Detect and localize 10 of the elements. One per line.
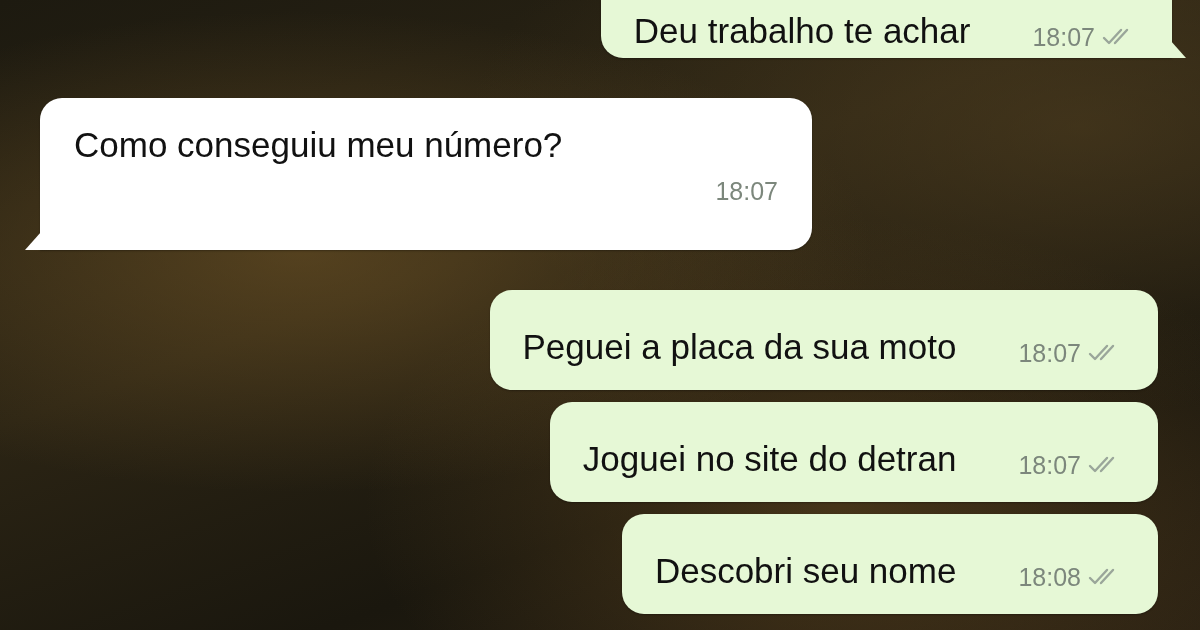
message-time: 18:07: [1018, 450, 1081, 480]
message-text: Peguei a placa da sua moto: [522, 326, 957, 368]
message-time: 18:08: [1018, 562, 1081, 592]
message-time: 18:07: [1032, 22, 1095, 52]
message-time: 18:07: [1018, 338, 1081, 368]
message-text: Joguei no site do detran: [582, 438, 957, 480]
message-text: Deu trabalho te achar: [633, 10, 971, 52]
message-text: Descobri seu nome: [654, 550, 957, 592]
message-time: 18:07: [715, 176, 778, 206]
message-text: Como conseguiu meu número?: [74, 124, 564, 166]
